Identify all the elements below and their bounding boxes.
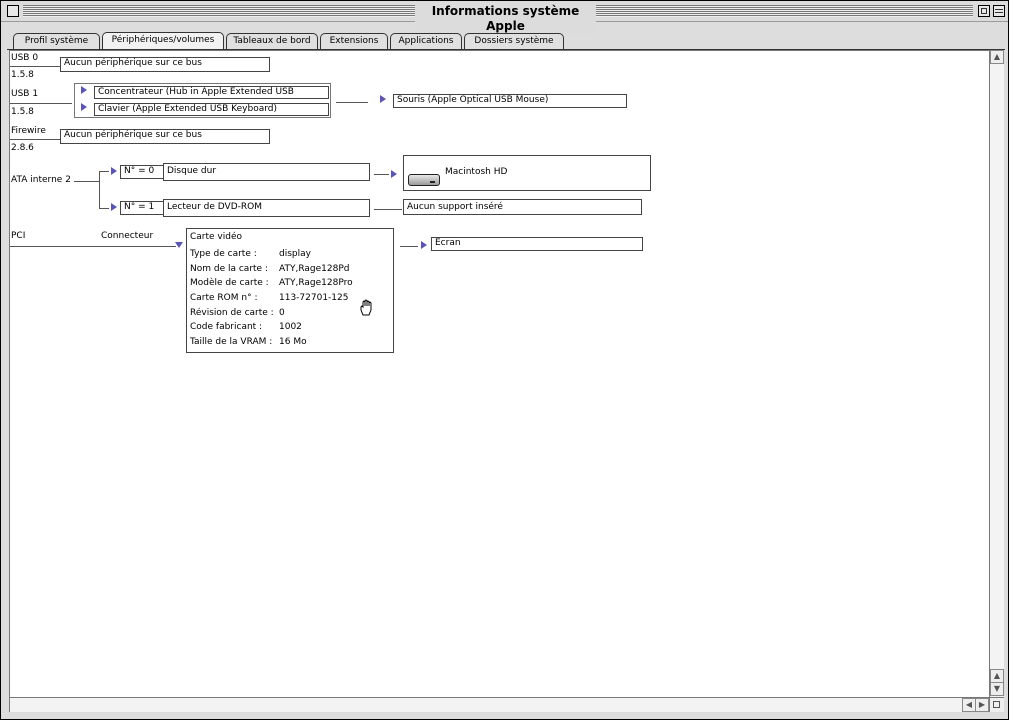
usb0-version: 1.5.8 bbox=[11, 70, 34, 80]
ata-dev0-name[interactable]: Disque dur bbox=[163, 163, 370, 181]
expand-triangle-icon[interactable] bbox=[380, 95, 386, 103]
pci-line bbox=[10, 246, 176, 247]
dvd-status: Aucun support inséré bbox=[403, 199, 642, 215]
tab-applications[interactable]: Applications bbox=[390, 33, 462, 49]
tab-label: Périphériques/volumes bbox=[111, 35, 215, 45]
firewire-line bbox=[10, 139, 60, 140]
resize-handle[interactable] bbox=[989, 697, 1004, 712]
card-row-value: 1002 bbox=[279, 322, 302, 332]
card-row-value: ATY,Rage128Pro bbox=[279, 278, 353, 288]
expand-triangle-icon[interactable] bbox=[81, 86, 87, 94]
card-row-label: Modèle de carte : bbox=[190, 278, 269, 288]
usb1-line bbox=[10, 103, 72, 104]
card-row-label: Nom de la carte : bbox=[190, 264, 268, 274]
usb1-keyboard[interactable]: Clavier (Apple Extended USB Keyboard) bbox=[94, 103, 329, 116]
card-row-label: Révision de carte : bbox=[190, 308, 274, 318]
expand-triangle-icon[interactable] bbox=[111, 167, 117, 175]
card-row-value: ATY,Rage128Pd bbox=[279, 264, 350, 274]
pci-display-link bbox=[400, 246, 418, 247]
title-bar[interactable]: Informations système Apple bbox=[1, 1, 1008, 34]
vertical-scrollbar[interactable]: ▲ ▲ ▼ bbox=[989, 50, 1004, 697]
tab-label: Dossiers système bbox=[474, 36, 554, 46]
volume-box[interactable]: Macintosh HD bbox=[403, 155, 651, 191]
volume-name: Macintosh HD bbox=[445, 167, 508, 177]
scroll-right-arrow-icon[interactable]: ▶ bbox=[975, 698, 989, 712]
card-row-value: display bbox=[279, 249, 311, 259]
card-row-value: 113-72701-125 bbox=[279, 293, 349, 303]
ata-dev0-id: N° = 0 bbox=[120, 165, 165, 179]
scroll-left-arrow-icon[interactable]: ◀ bbox=[962, 698, 976, 712]
firewire-bus-label: Firewire bbox=[11, 126, 46, 136]
app-window: Informations système Apple Profil systèm… bbox=[0, 0, 1009, 720]
ata-dev0-link bbox=[374, 174, 389, 175]
firewire-status: Aucun périphérique sur ce bus bbox=[60, 129, 270, 144]
card-row-value: 16 Mo bbox=[279, 337, 307, 347]
video-card-title: Carte vidéo bbox=[190, 232, 243, 242]
scroll-up-button[interactable]: ▲ bbox=[990, 50, 1004, 64]
close-box[interactable] bbox=[7, 5, 19, 17]
usb0-status: Aucun périphérique sur ce bus bbox=[60, 57, 270, 72]
scroll-down-arrow-icon[interactable]: ▼ bbox=[990, 682, 1004, 696]
usb1-hub[interactable]: Concentrateur (Hub in Apple Extended USB bbox=[94, 86, 329, 99]
card-row-label: Carte ROM n° : bbox=[190, 293, 258, 303]
expand-triangle-icon[interactable] bbox=[421, 241, 427, 249]
tab-label: Tableaux de bord bbox=[233, 36, 311, 46]
ata-branch-bottom bbox=[99, 208, 109, 209]
ata-dev1-link bbox=[374, 209, 402, 210]
usb1-bus-label: USB 1 bbox=[11, 89, 39, 99]
usb1-link-line bbox=[336, 102, 368, 103]
usb1-version: 1.5.8 bbox=[11, 107, 34, 117]
firewire-version: 2.8.6 bbox=[11, 143, 34, 153]
ata-dev1-id: N° = 1 bbox=[120, 201, 165, 215]
tab-extensions[interactable]: Extensions bbox=[320, 33, 388, 49]
hard-disk-icon bbox=[408, 174, 440, 186]
usb0-bus-label: USB 0 bbox=[11, 53, 39, 63]
usb1-mouse[interactable]: Souris (Apple Optical USB Mouse) bbox=[393, 94, 627, 108]
tab-label: Applications bbox=[398, 36, 454, 46]
card-row-label: Code fabricant : bbox=[190, 322, 263, 332]
collapse-triangle-icon[interactable] bbox=[175, 242, 183, 248]
hand-cursor-icon bbox=[360, 299, 372, 316]
ata-branch-line bbox=[99, 171, 100, 208]
pci-bus-label: PCI bbox=[11, 231, 26, 241]
display-device[interactable]: Écran bbox=[431, 237, 643, 251]
pci-slot-label: Connecteur bbox=[101, 231, 154, 241]
video-card-panel: Carte vidéo Type de carte : display Nom … bbox=[186, 228, 394, 353]
collapse-box[interactable] bbox=[993, 5, 1005, 17]
expand-triangle-icon[interactable] bbox=[111, 203, 117, 211]
scroll-up-arrow-icon[interactable]: ▲ bbox=[990, 669, 1004, 683]
ata-bus-label: ATA interne 2 bbox=[11, 175, 71, 185]
ata-branch-top bbox=[99, 171, 109, 172]
expand-triangle-icon[interactable] bbox=[81, 103, 87, 111]
tab-profil-systeme[interactable]: Profil système bbox=[13, 33, 100, 49]
card-row-value: 0 bbox=[279, 308, 285, 318]
device-tree-panel: USB 0 1.5.8 Aucun périphérique sur ce bu… bbox=[9, 50, 989, 697]
card-row-label: Taille de la VRAM : bbox=[190, 337, 273, 347]
zoom-box[interactable] bbox=[978, 5, 990, 17]
card-row-label: Type de carte : bbox=[190, 249, 257, 259]
ata-line bbox=[74, 181, 99, 182]
tab-dossiers-systeme[interactable]: Dossiers système bbox=[464, 33, 564, 49]
tab-tableaux-de-bord[interactable]: Tableaux de bord bbox=[226, 33, 318, 49]
usb0-line bbox=[10, 66, 60, 67]
tab-bar: Profil système Périphériques/volumes Tab… bbox=[1, 22, 1008, 50]
tab-label: Extensions bbox=[329, 36, 379, 46]
tab-label: Profil système bbox=[24, 36, 89, 46]
horizontal-scrollbar[interactable]: ◀ ▶ bbox=[9, 697, 989, 712]
ata-dev1-name[interactable]: Lecteur de DVD-ROM bbox=[163, 199, 370, 217]
expand-triangle-icon[interactable] bbox=[391, 170, 397, 178]
tab-peripheriques-volumes[interactable]: Périphériques/volumes bbox=[102, 32, 224, 50]
